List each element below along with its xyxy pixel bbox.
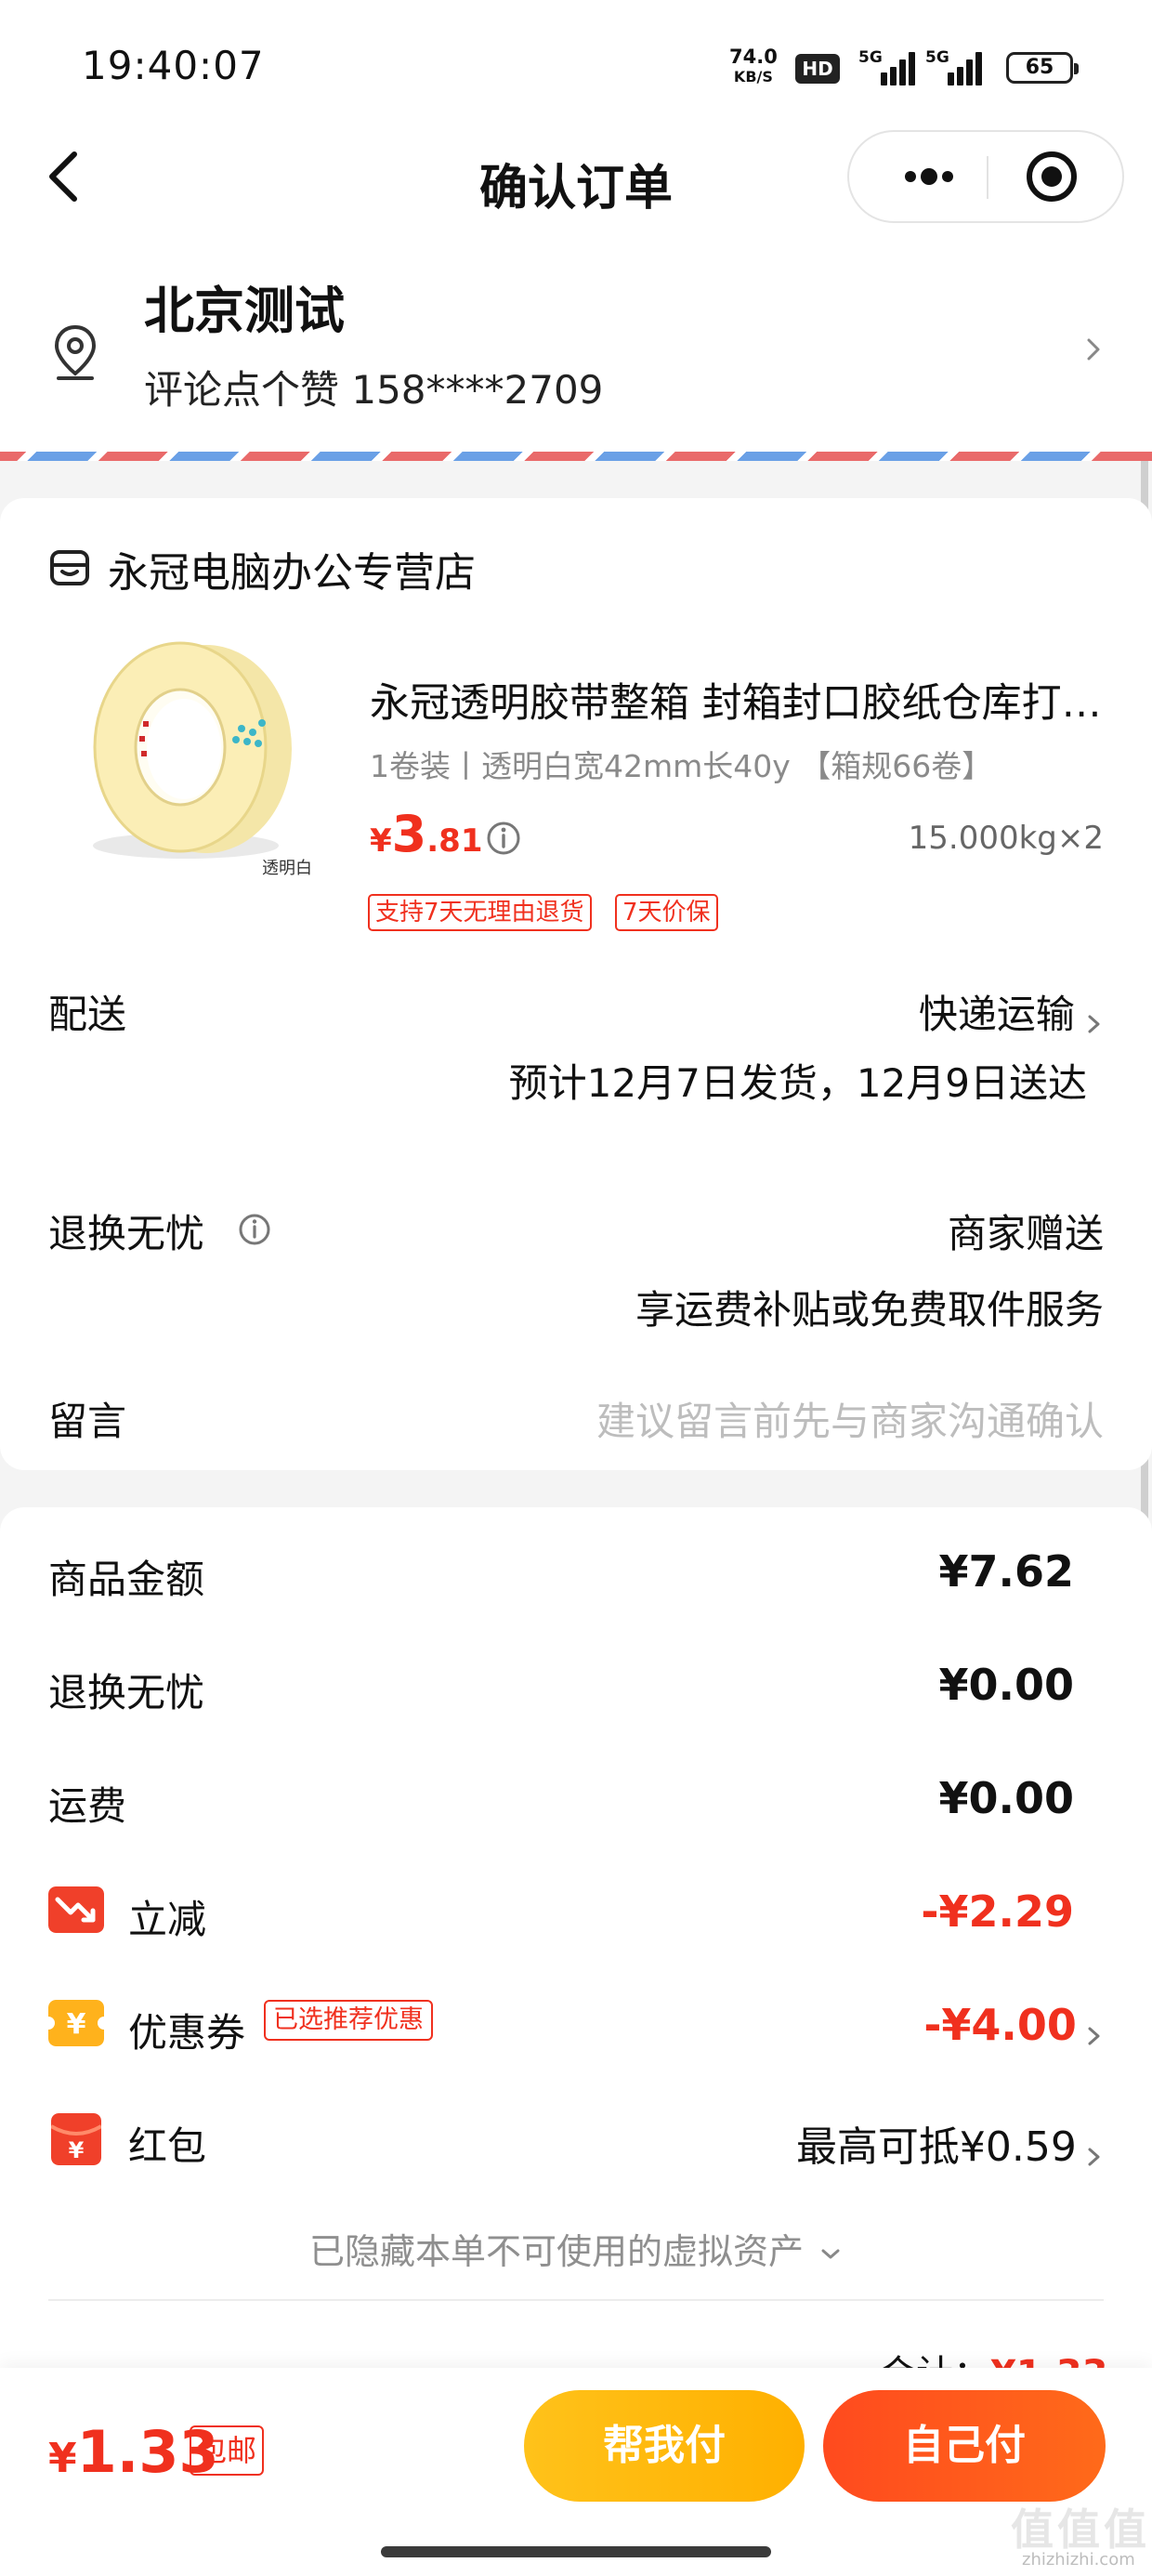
store-name[interactable]: 永冠电脑办公专营店	[108, 539, 476, 598]
signal-label-2: 5G	[925, 48, 949, 67]
return-service-desc: 享运费补贴或免费取件服务	[635, 1287, 1104, 1333]
network-speed-unit: KB/S	[733, 68, 773, 85]
mini-program-capsule	[847, 130, 1124, 223]
watermark-url: zhizhizhi.com	[1022, 2550, 1135, 2569]
more-button[interactable]	[877, 151, 979, 203]
coupon-label: 优惠券	[128, 2010, 246, 2056]
home-indicator[interactable]	[381, 2546, 771, 2557]
product-sku[interactable]: 1卷装丨透明白宽42mm长40y 【箱规66卷】	[370, 742, 992, 786]
recipient-name: 北京测试	[144, 282, 345, 340]
tape-roll-image	[93, 641, 292, 859]
return-policy-tag: 支持7天无理由退货	[368, 894, 592, 931]
coupon-row-value[interactable]: -¥4.00	[923, 2000, 1104, 2052]
recipient-contact: 评论点个赞 158****2709	[144, 367, 604, 413]
info-icon[interactable]	[485, 820, 522, 857]
signal-icon: 5G	[858, 48, 918, 85]
signal-label: 5G	[858, 48, 883, 67]
price-protect-tag: 7天价保	[615, 894, 718, 931]
coupon-icon: ¥	[48, 2000, 104, 2046]
status-bar: 19:40:07 74.0 KB/S HD 5G 5G 65	[0, 0, 1152, 121]
return-fee-value: ¥0.00	[938, 1660, 1074, 1710]
delivery-method-row[interactable]: 快递运输	[919, 983, 1104, 1040]
free-shipping-badge: 包邮	[190, 2425, 265, 2476]
help-pay-button[interactable]: 帮我付	[524, 2390, 805, 2502]
memo-label: 留言	[48, 1399, 127, 1444]
payable-currency: ¥	[48, 2435, 77, 2482]
hidden-assets-text: 已隐藏本单不可使用的虚拟资产	[308, 2231, 804, 2272]
price-decimal: .81	[426, 822, 483, 860]
location-pin-icon	[54, 324, 97, 380]
instant-discount-value: -¥2.29	[921, 1886, 1074, 1937]
store-icon	[50, 550, 89, 585]
red-packet-label: 红包	[128, 2123, 207, 2169]
self-pay-button[interactable]: 自己付	[823, 2390, 1106, 2502]
product-weight-quantity: 15.000kg×2	[908, 820, 1104, 857]
product-title[interactable]: 永冠透明胶带整箱 封箱封口胶纸仓库打包胶带	[370, 671, 1104, 729]
coupon-value: -¥4.00	[923, 2000, 1077, 2050]
red-packet-icon: ¥	[51, 2113, 101, 2165]
product-image[interactable]: 透明白	[76, 619, 327, 888]
address-card[interactable]: 北京测试 评论点个赞 158****2709	[0, 232, 1152, 461]
shipping-fee-value: ¥0.00	[938, 1773, 1074, 1823]
chevron-right-icon	[1088, 2148, 1100, 2165]
hidden-assets-toggle[interactable]: 已隐藏本单不可使用的虚拟资产	[0, 2223, 1152, 2274]
price-currency: ¥	[370, 822, 392, 860]
instant-discount-label: 立减	[128, 1897, 207, 1942]
red-packet-value: 最高可抵¥0.59	[795, 2123, 1077, 2171]
delivery-estimate: 预计12月7日发货，12月9日送达	[508, 1060, 1087, 1106]
shipping-fee-label: 运费	[48, 1783, 127, 1829]
watermark-logo: 值值值	[1011, 2504, 1150, 2555]
chevron-right-icon	[1088, 1015, 1100, 1032]
product-image-label: 透明白	[262, 859, 312, 878]
return-service-label: 退换无忧	[48, 1211, 205, 1256]
product-price: ¥3.81	[370, 805, 482, 863]
return-service-value: 商家赠送	[947, 1211, 1104, 1256]
price-integer: 3	[391, 805, 427, 863]
close-mini-program-button[interactable]	[1024, 149, 1080, 204]
chevron-down-icon	[821, 2249, 840, 2258]
coupon-recommended-tag: 已选推荐优惠	[264, 2000, 433, 2041]
signal-icon-2: 5G	[925, 48, 985, 85]
delivery-label: 配送	[48, 992, 127, 1037]
battery-icon: 65	[1006, 52, 1079, 84]
memo-input[interactable]: 建议留言前先与商家沟通确认	[596, 1390, 1104, 1447]
svg-text:¥: ¥	[67, 2008, 86, 2041]
divider	[48, 2299, 1104, 2301]
target-circle-icon	[1027, 151, 1077, 202]
store-order-card: 永冠电脑办公专营店 透明白 永冠透明胶带整箱 封箱封口胶纸仓库打包胶带 1卷装丨…	[0, 498, 1152, 1470]
nav-bar: 确认订单	[0, 121, 1152, 232]
capsule-divider	[987, 156, 988, 199]
svg-text:¥: ¥	[69, 2137, 85, 2163]
chevron-right-icon	[1088, 2027, 1100, 2044]
goods-amount-label: 商品金额	[48, 1557, 205, 1602]
chevron-right-icon	[1087, 338, 1100, 361]
delivery-method: 快递运输	[918, 992, 1075, 1037]
more-dots-icon	[905, 168, 953, 185]
status-time: 19:40:07	[82, 43, 265, 88]
airmail-stripe	[0, 452, 1152, 461]
network-speed-value: 74.0	[729, 46, 778, 68]
price-detail-card: 商品金额 ¥7.62 退换无忧 ¥0.00 运费 ¥0.00 立减 -¥2.29…	[0, 1507, 1152, 2437]
network-speed: 74.0 KB/S	[729, 46, 778, 87]
goods-amount-value: ¥7.62	[938, 1546, 1074, 1597]
red-packet-row-value[interactable]: 最高可抵¥0.59	[796, 2113, 1104, 2173]
return-fee-label: 退换无忧	[48, 1670, 205, 1715]
info-icon[interactable]	[237, 1212, 272, 1247]
hd-voice-icon: HD	[795, 54, 840, 84]
checkout-bar: ¥1.33 包邮 帮我付 自己付	[0, 2368, 1152, 2576]
discount-arrow-icon	[48, 1886, 104, 1933]
